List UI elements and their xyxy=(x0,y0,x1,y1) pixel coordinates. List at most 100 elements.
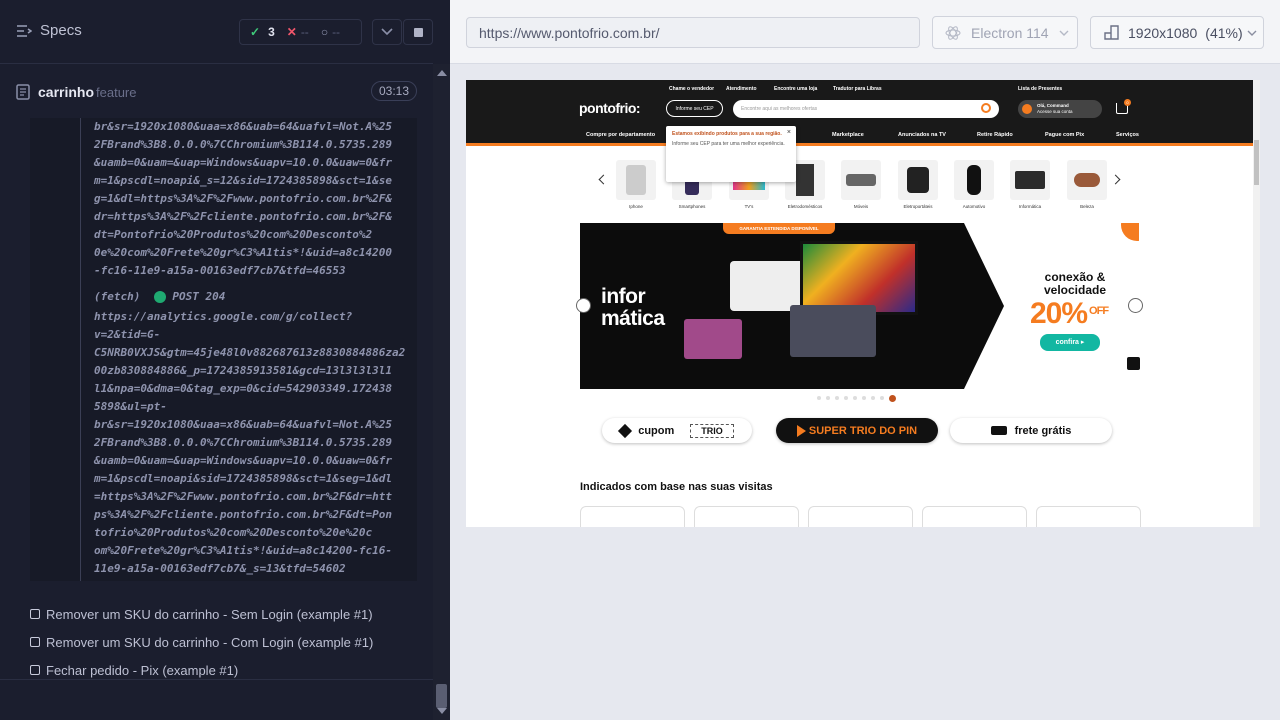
document-icon xyxy=(16,84,30,100)
banner-dot[interactable] xyxy=(817,396,821,400)
chevron-down-button[interactable] xyxy=(372,19,402,45)
product-card[interactable] xyxy=(580,506,685,527)
confira-button[interactable]: confira ▸ xyxy=(1040,334,1100,351)
test-item[interactable]: Remover um SKU do carrinho - Sem Login (… xyxy=(30,600,373,628)
frete-pill[interactable]: frete grátis xyxy=(950,418,1112,443)
chevron-down-icon xyxy=(1059,30,1069,36)
product-card[interactable] xyxy=(808,506,913,527)
site-search-input[interactable]: Encontre aqui as melhores ofertas xyxy=(733,100,999,118)
nav-departments[interactable]: Compre por departamento xyxy=(586,132,655,138)
product-card[interactable] xyxy=(1036,506,1141,527)
banner-dot[interactable] xyxy=(880,396,884,400)
banner-dot[interactable] xyxy=(844,396,848,400)
super-trio-pill[interactable]: SUPER TRIO DO PIN xyxy=(776,418,938,443)
category-item[interactable]: Iphone xyxy=(615,160,657,209)
promo-title: conexão & velocidade xyxy=(1043,270,1107,297)
scroll-down-icon[interactable] xyxy=(437,708,447,714)
banner-dot[interactable] xyxy=(871,396,875,400)
category-label: Iphone xyxy=(629,204,643,209)
cupom-pill[interactable]: cupom TRIO xyxy=(602,418,752,443)
site-logo[interactable]: pontofrio: xyxy=(579,100,641,116)
spec-file-row[interactable]: carrinho feature 03:13 xyxy=(16,80,417,104)
pause-icon[interactable] xyxy=(1127,357,1140,370)
top-link[interactable]: Chame o vendedor xyxy=(669,86,714,92)
banner-dot[interactable] xyxy=(835,396,839,400)
laptop-icon xyxy=(1010,160,1050,200)
viewport-selector[interactable]: 1920x1080 (41%) xyxy=(1090,16,1264,49)
category-label: Eletrodomésticos xyxy=(787,204,823,209)
banner-arrow xyxy=(964,223,1004,389)
site-header: Chame o vendedor Atendimento Encontre um… xyxy=(466,80,1254,127)
stop-button[interactable] xyxy=(403,19,433,45)
play-icon xyxy=(796,424,806,437)
category-carousel: Iphone Smartphones TV's Eletrodomésticos… xyxy=(466,160,1254,215)
banner-left: infor mática xyxy=(580,223,964,389)
cart-count: 0 xyxy=(1124,99,1131,106)
category-label: Beleza xyxy=(1080,204,1094,209)
category-label: Automotivo xyxy=(962,204,986,209)
checkbox-icon xyxy=(30,637,40,647)
log-text-top: br&sr=1920x1080&uaa=x86&uab=64&uafvl=Not… xyxy=(94,120,393,277)
scrollbar-thumb[interactable] xyxy=(436,684,447,708)
cupom-code: TRIO xyxy=(690,423,734,438)
nav-pix[interactable]: Pague com Pix xyxy=(1045,132,1084,138)
close-icon[interactable]: × xyxy=(787,129,791,136)
product-card[interactable] xyxy=(922,506,1027,527)
category-item[interactable]: Móveis xyxy=(840,160,882,209)
command-log: br&sr=1920x1080&uaa=x86&uab=64&uafvl=Not… xyxy=(30,118,417,581)
top-link[interactable]: Tradutor para Libras xyxy=(833,86,882,92)
fetch-method: POST 204 xyxy=(172,290,226,303)
decor-circle xyxy=(1121,223,1139,241)
banner-dot-active[interactable] xyxy=(889,394,896,402)
banner-dot[interactable] xyxy=(853,396,857,400)
section-title: Indicados com base nas suas visitas xyxy=(580,481,773,493)
banner-dots xyxy=(817,394,896,402)
category-item[interactable]: Beleza xyxy=(1066,160,1108,209)
pending-count: -- xyxy=(332,25,341,39)
tablet-icon xyxy=(684,319,742,359)
iframe-scrollbar[interactable] xyxy=(1253,80,1260,527)
category-item[interactable]: Automotivo xyxy=(953,160,995,209)
log-rail xyxy=(80,118,81,581)
cep-button[interactable]: Informe seu CEP xyxy=(666,100,723,117)
fetch-log-entry[interactable]: (fetch) POST 204 xyxy=(94,290,225,303)
log-text-bottom: https://analytics.google.com/g/collect? … xyxy=(94,310,406,575)
banner-next-button[interactable] xyxy=(1128,298,1143,313)
iframe-scrollbar-thumb[interactable] xyxy=(1254,140,1259,185)
runner-header: https://www.pontofrio.com.br/ Electron 1… xyxy=(450,0,1280,64)
nav-servicos[interactable]: Serviços xyxy=(1116,132,1139,138)
promo-discount: 20% OFF xyxy=(1030,297,1109,331)
passed-count: 3 xyxy=(268,25,275,39)
specs-toggle[interactable]: Specs xyxy=(16,22,82,39)
iphone-icon xyxy=(616,160,656,200)
viewport-icon xyxy=(1104,25,1119,40)
banner-prev-button[interactable] xyxy=(576,298,591,313)
test-item[interactable]: Remover um SKU do carrinho - Com Login (… xyxy=(30,628,373,656)
monitor-icon xyxy=(800,241,918,315)
hero-banner[interactable]: infor mática GARANTIA ESTENDIDA DISPONÍV… xyxy=(580,223,1139,389)
nav-retire[interactable]: Retire Rápido xyxy=(977,132,1013,138)
top-link[interactable]: Lista de Presentes xyxy=(1018,86,1062,92)
search-icon[interactable] xyxy=(981,103,991,113)
scroll-up-icon[interactable] xyxy=(437,70,447,76)
banner-dot[interactable] xyxy=(862,396,866,400)
login-button[interactable]: Olá, Command Acesse sua conta xyxy=(1018,100,1102,118)
browser-selector[interactable]: Electron 114 xyxy=(932,16,1078,49)
runner-panel: https://www.pontofrio.com.br/ Electron 1… xyxy=(450,0,1280,720)
chevron-down-icon xyxy=(381,28,393,36)
specs-title: Specs xyxy=(40,22,82,39)
nav-marketplace[interactable]: Marketplace xyxy=(832,132,864,138)
product-card[interactable] xyxy=(694,506,799,527)
top-link[interactable]: Encontre uma loja xyxy=(774,86,817,92)
banner-dot[interactable] xyxy=(826,396,830,400)
nav-tv[interactable]: Anunciados na TV xyxy=(898,132,946,138)
category-item[interactable]: Informática xyxy=(1009,160,1051,209)
viewport-scale: (41%) xyxy=(1205,24,1243,41)
category-label: Eletroportáteis xyxy=(903,204,933,209)
url-bar[interactable]: https://www.pontofrio.com.br/ xyxy=(466,17,920,48)
category-item[interactable]: Eletroportáteis xyxy=(897,160,939,209)
specs-list-icon xyxy=(17,24,32,37)
super-trio-label: SUPER TRIO DO PIN xyxy=(808,424,918,437)
reporter-scrollbar[interactable] xyxy=(433,64,450,720)
top-link[interactable]: Atendimento xyxy=(726,86,757,92)
